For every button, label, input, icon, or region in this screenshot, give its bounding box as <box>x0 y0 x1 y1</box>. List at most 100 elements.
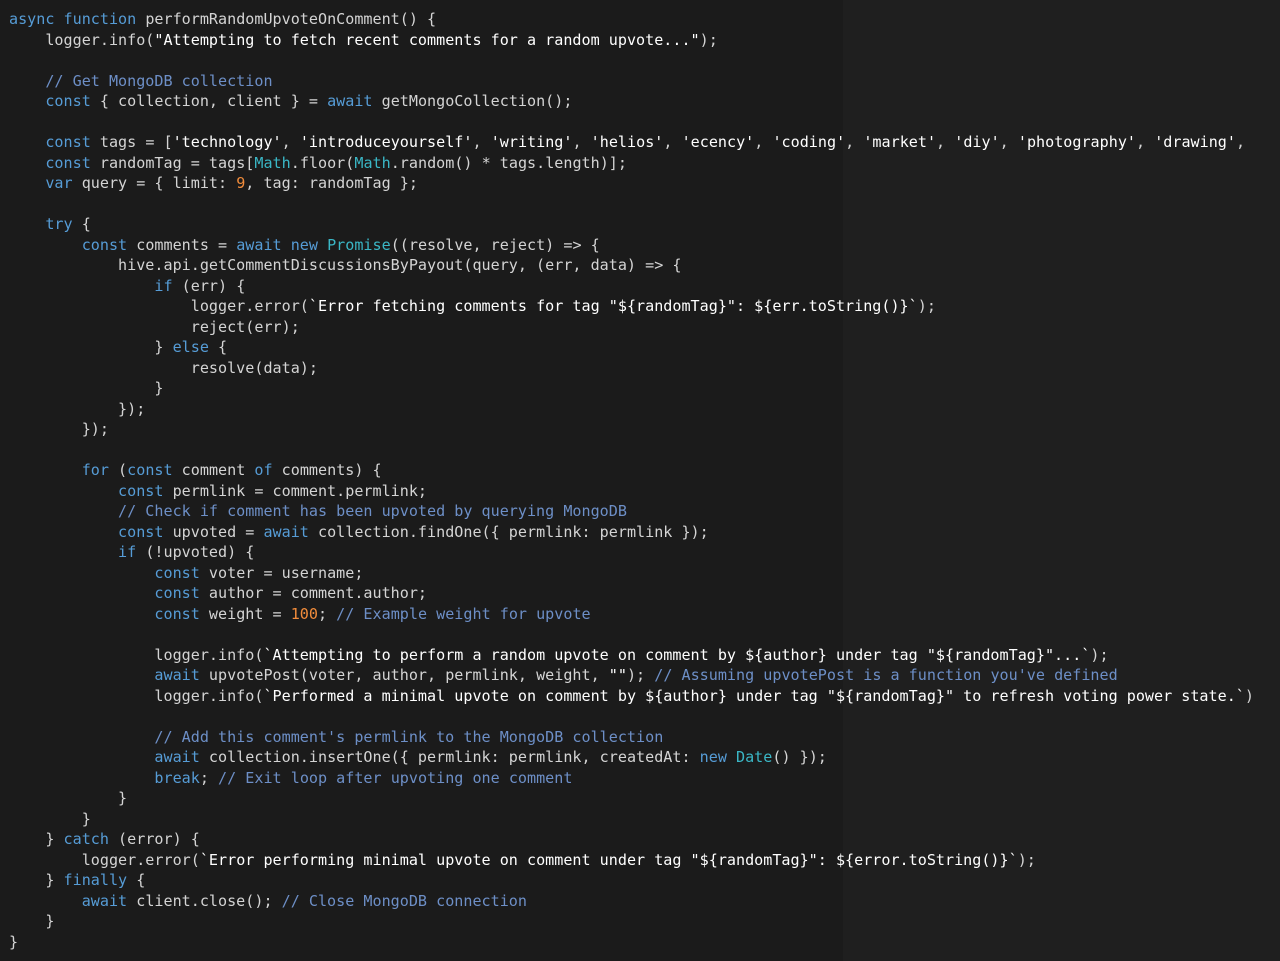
code-token: logger.error( <box>9 297 309 315</box>
code-token: performRandomUpvoteOnComment() { <box>136 10 437 28</box>
code-line: var query = { limit: 9, tag: randomTag }… <box>9 173 1254 194</box>
code-token: reject(err); <box>9 317 300 336</box>
keyword-token: const <box>127 461 173 479</box>
keyword-token: new <box>290 235 318 254</box>
code-line: const { collection, client } = await get… <box>9 91 1254 112</box>
code-token: , <box>663 133 682 151</box>
code-line: reject(err); <box>9 317 1254 338</box>
code-token: ); <box>626 666 655 684</box>
code-line: const weight = 100; // Example weight fo… <box>9 604 1254 625</box>
code-line: const tags = ['technology', 'introduceyo… <box>9 132 1254 153</box>
string-token: 'photography' <box>1017 133 1136 151</box>
code-line: logger.info("Attempting to fetch recent … <box>9 30 1254 51</box>
string-token: "" <box>608 666 627 684</box>
code-token: .random() * tags.length)]; <box>390 153 627 172</box>
keyword-token: const <box>9 153 91 172</box>
code-token: weight = <box>199 604 291 623</box>
code-token: , <box>1235 133 1246 151</box>
code-token: , <box>754 133 773 151</box>
code-token: collection.insertOne({ permlink: permlin… <box>199 748 700 766</box>
code-line: } finally { <box>9 870 1254 891</box>
code-token: logger.info( <box>9 30 155 49</box>
type-token: Promise <box>327 235 391 254</box>
string-token: 'market' <box>863 133 937 151</box>
string-token: `Error fetching comments for tag "${rand… <box>308 297 918 315</box>
code-token: , <box>936 133 955 151</box>
code-token: , <box>281 133 300 151</box>
code-line: logger.error(`Error performing minimal u… <box>9 850 1254 871</box>
code-token: permlink = comment.permlink; <box>163 481 428 500</box>
code-line: await collection.insertOne({ permlink: p… <box>9 747 1254 768</box>
code-token: logger.info( <box>9 645 264 664</box>
code-line: }); <box>9 419 1254 440</box>
code-token: getMongoCollection(); <box>372 92 573 110</box>
code-token: (error) { <box>108 830 200 848</box>
code-line: } <box>9 378 1254 399</box>
code-line: const upvoted = await collection.findOne… <box>9 522 1254 543</box>
keyword-token: await <box>9 666 200 684</box>
string-token: 'ecency' <box>681 133 755 151</box>
code-token: voter = username; <box>199 563 364 582</box>
string-token: 'technology' <box>172 133 282 151</box>
code-token: , <box>999 133 1018 151</box>
code-token: { <box>72 215 91 233</box>
keyword-token: var <box>9 174 73 192</box>
code-token: () }); <box>772 748 827 766</box>
code-token: upvotePost(voter, author, permlink, weig… <box>199 666 609 684</box>
code-token: (err) { <box>172 276 246 295</box>
code-token: } <box>9 871 64 889</box>
code-token: comment <box>172 461 255 479</box>
keyword-token: for <box>9 461 109 479</box>
code-token: ; <box>199 768 219 787</box>
code-line: }); <box>9 399 1254 420</box>
number-token: 100 <box>290 604 318 623</box>
code-line: } catch (error) { <box>9 829 1254 850</box>
code-token: { <box>208 338 228 356</box>
string-token: 'coding' <box>772 133 846 151</box>
code-token: ); <box>1017 850 1036 869</box>
code-token: , <box>472 133 491 151</box>
keyword-token: of <box>254 461 273 479</box>
code-content[interactable]: async function performRandomUpvoteOnComm… <box>9 9 1254 952</box>
code-line: async function performRandomUpvoteOnComm… <box>9 9 1254 30</box>
code-token: } <box>9 932 19 951</box>
comment-token: // Add this comment's permlink to the Mo… <box>9 727 664 746</box>
code-line: // Check if comment has been upvoted by … <box>9 501 1254 522</box>
code-token: } <box>9 912 55 930</box>
code-line: for (const comment of comments) { <box>9 460 1254 481</box>
keyword-token: const <box>9 133 91 151</box>
code-token: , <box>845 133 864 151</box>
keyword-token: const <box>9 563 200 582</box>
keyword-token: if <box>9 276 173 295</box>
keyword-token: const <box>9 584 200 602</box>
code-line: resolve(data); <box>9 358 1254 379</box>
type-token: Math <box>354 153 391 172</box>
code-token: { <box>127 871 146 889</box>
string-token: 'introduceyourself' <box>299 133 473 151</box>
code-line: const voter = username; <box>9 563 1254 584</box>
code-line: hive.api.getCommentDiscussionsByPayout(q… <box>9 255 1254 276</box>
code-token: }); <box>9 399 146 418</box>
code-token: logger.error( <box>9 850 200 869</box>
code-token: } <box>9 809 91 828</box>
code-token: author = comment.author; <box>199 584 428 602</box>
code-token: } <box>9 379 164 397</box>
code-token: ( <box>108 461 128 479</box>
comment-token: // Get MongoDB collection <box>9 71 273 90</box>
keyword-token: function <box>63 10 137 28</box>
code-token: }); <box>9 420 109 438</box>
keyword-token: const <box>9 92 91 110</box>
code-line: // Add this comment's permlink to the Mo… <box>9 727 1254 748</box>
keyword-token: if <box>9 543 137 561</box>
code-editor[interactable]: async function performRandomUpvoteOnComm… <box>0 0 1280 961</box>
code-token: , <box>572 133 591 151</box>
code-line: // Get MongoDB collection <box>9 71 1254 92</box>
code-line: } <box>9 809 1254 830</box>
code-token: ); <box>917 297 936 315</box>
